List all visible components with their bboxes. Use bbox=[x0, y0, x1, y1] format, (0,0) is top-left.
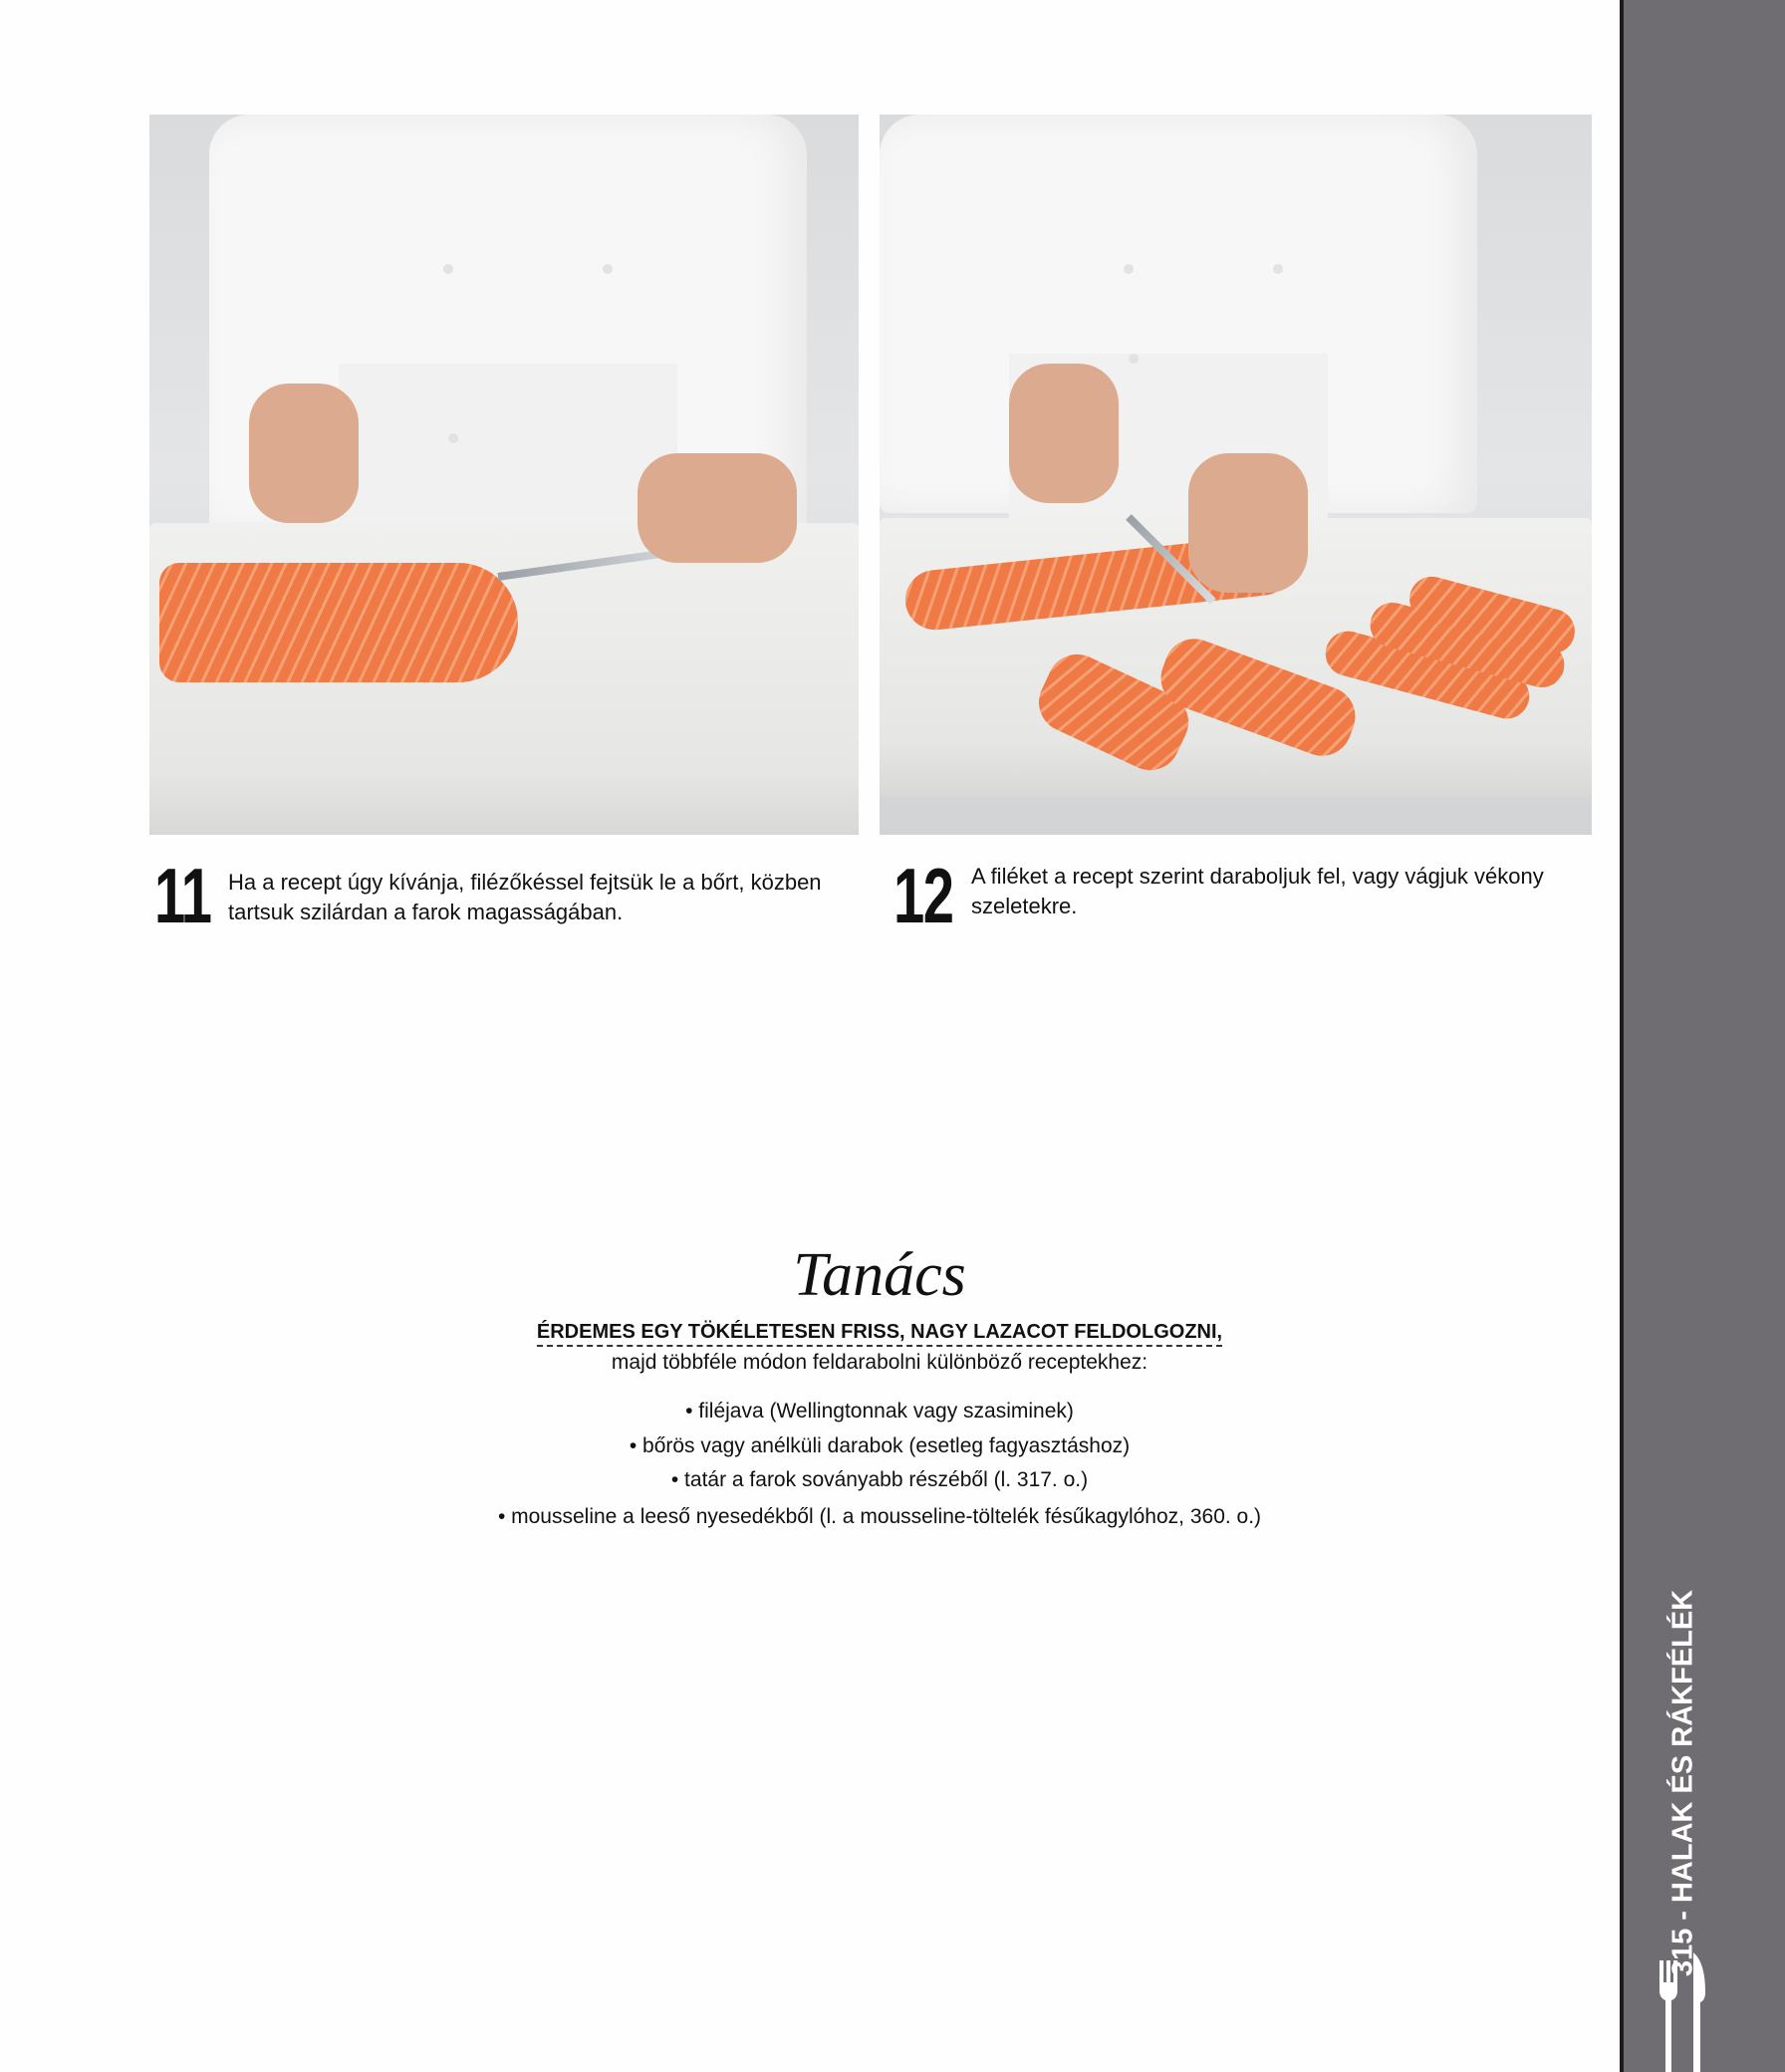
step-caption: A filéket a recept szerint daraboljuk fe… bbox=[971, 862, 1544, 921]
step-number: 12 bbox=[893, 852, 954, 939]
caption-line: szeletekre. bbox=[971, 894, 1078, 918]
tip-lead: ÉRDEMES EGY TÖKÉLETESEN FRISS, NAGY LAZA… bbox=[0, 1318, 1759, 1347]
caption-line: A filéket a recept szerint daraboljuk fe… bbox=[971, 864, 1544, 889]
caption-line: tartsuk szilárdan a farok magasságában. bbox=[228, 900, 624, 924]
page-number-chapter-label: 315 - HALAK ÉS RÁKFÉLÉK bbox=[1666, 1589, 1699, 1977]
tip-item: • tatár a farok soványabb részéből (l. 3… bbox=[670, 1468, 1089, 1491]
step-caption: Ha a recept úgy kívánja, filézőkéssel fe… bbox=[228, 868, 822, 927]
tip-subtitle: majd többféle módon feldarabolni különbö… bbox=[611, 1351, 1148, 1374]
photo-step-11-skinning-salmon bbox=[149, 115, 859, 835]
caption-line: Ha a recept úgy kívánja, filézőkéssel fe… bbox=[228, 870, 822, 895]
step-number: 11 bbox=[154, 852, 212, 939]
tip-item: • filéjava (Wellingtonnak vagy szasimine… bbox=[685, 1400, 1074, 1423]
tip-item: • mousseline a leeső nyesedékből (l. a m… bbox=[497, 1505, 1262, 1528]
tip-item: • bőrös vagy anélküli darabok (esetleg f… bbox=[629, 1434, 1131, 1457]
chapter-sidebar bbox=[1620, 0, 1785, 2072]
tip-lead-text: ÉRDEMES EGY TÖKÉLETESEN FRISS, NAGY LAZA… bbox=[536, 1321, 1223, 1347]
tip-title: Tanács bbox=[793, 1241, 966, 1309]
photo-step-12-portioning-salmon bbox=[880, 115, 1592, 835]
fork-knife-icon bbox=[1659, 1952, 1705, 2072]
